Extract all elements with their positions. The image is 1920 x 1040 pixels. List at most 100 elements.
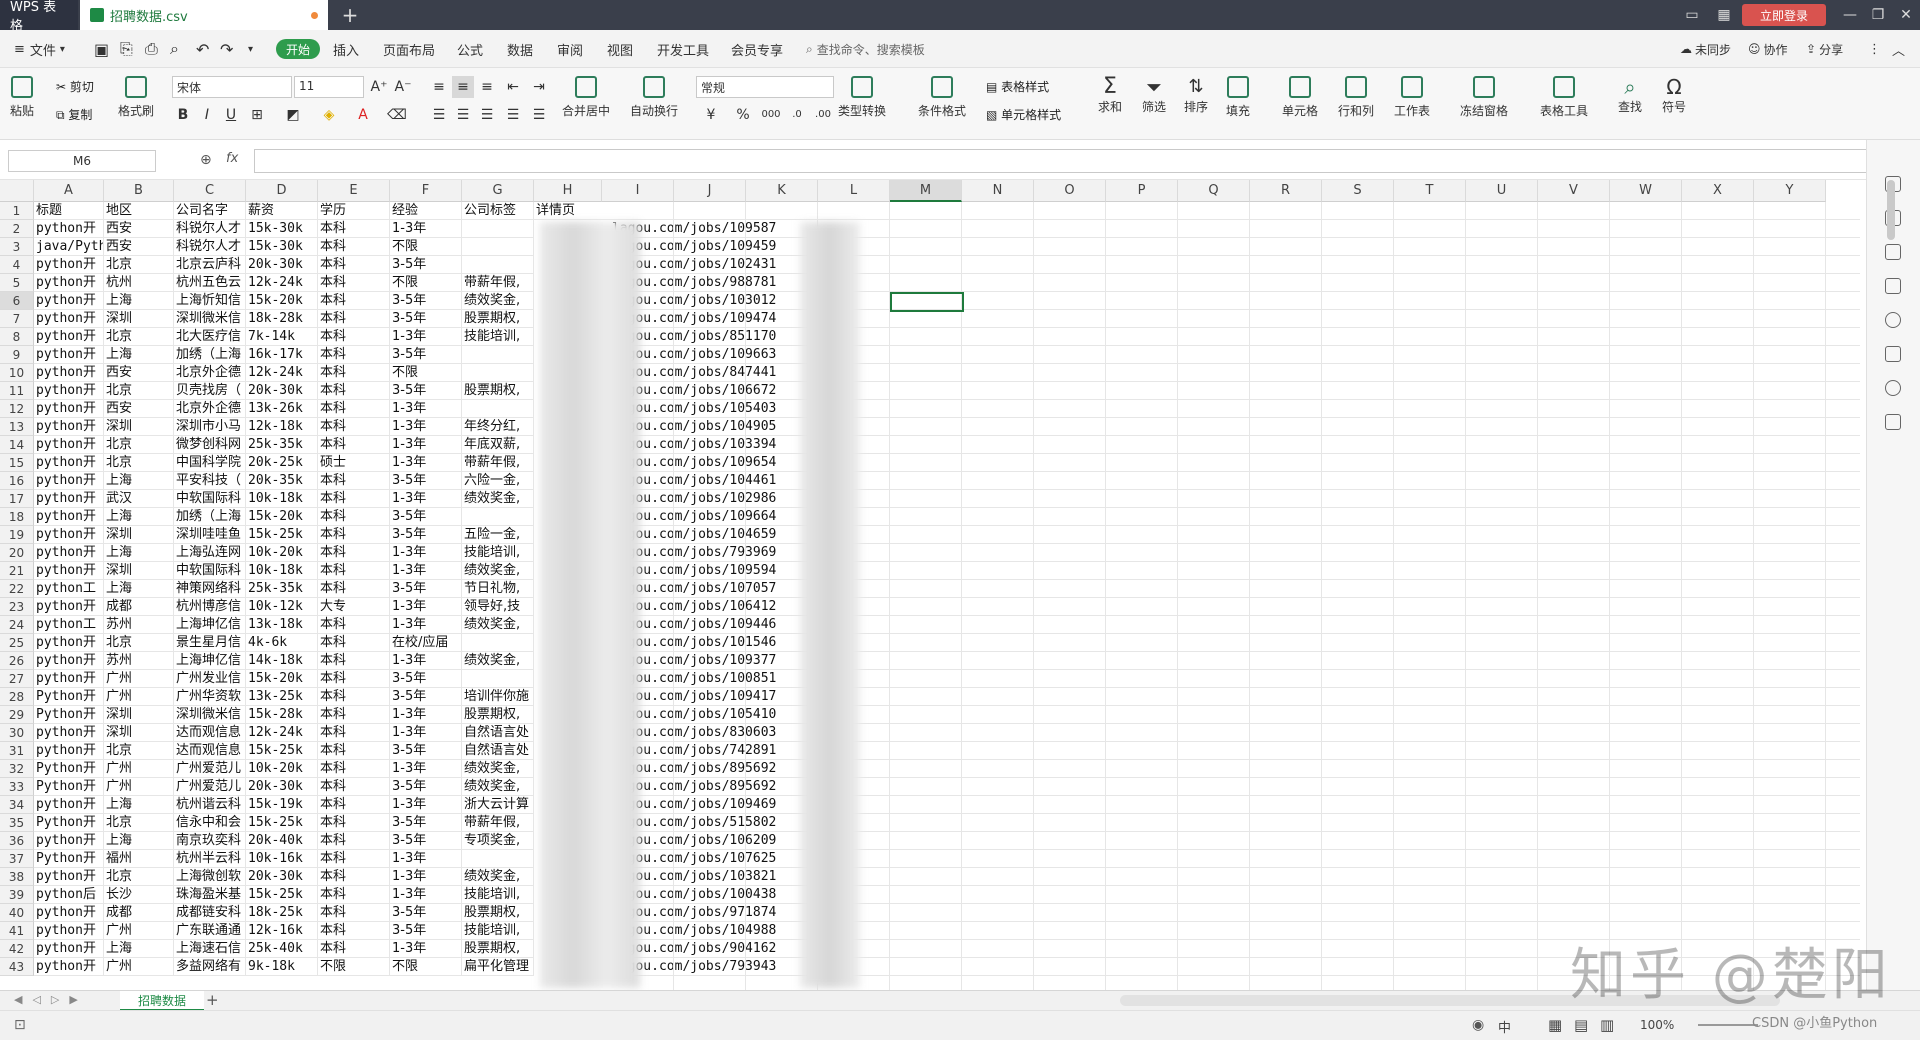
- table-cell[interactable]: 北京外企德: [174, 364, 246, 382]
- table-cell[interactable]: 深圳: [104, 310, 174, 328]
- file-menu[interactable]: ≡ 文件 ▾: [14, 30, 65, 68]
- table-cell[interactable]: 上海: [104, 832, 174, 850]
- filter-button[interactable]: ⏷ 筛选: [1142, 76, 1166, 115]
- tab-developer[interactable]: 开发工具: [657, 30, 709, 68]
- table-cell[interactable]: 贝壳找房（: [174, 382, 246, 400]
- table-cell[interactable]: 成都: [104, 904, 174, 922]
- table-cell[interactable]: 北京云庐科: [174, 256, 246, 274]
- font-family-select[interactable]: 宋体: [172, 76, 292, 98]
- table-cell[interactable]: 本科: [318, 742, 390, 760]
- table-cell[interactable]: 上海忻知信: [174, 292, 246, 310]
- table-cell[interactable]: python开: [34, 634, 104, 652]
- header-cell[interactable]: 薪资: [246, 202, 318, 220]
- table-cell[interactable]: Python开: [34, 850, 104, 868]
- table-cell[interactable]: 成都链安科: [174, 904, 246, 922]
- table-cell[interactable]: 本科: [318, 346, 390, 364]
- column-header-r[interactable]: R: [1250, 180, 1322, 202]
- table-cell[interactable]: 绩效奖金,: [462, 868, 534, 886]
- table-cell[interactable]: 绩效奖金,: [462, 292, 534, 310]
- table-cell[interactable]: 绩效奖金,: [462, 760, 534, 778]
- table-cell[interactable]: 股票期权,: [462, 940, 534, 958]
- fill-button[interactable]: 填充: [1226, 76, 1250, 119]
- table-cell[interactable]: 20k-30k: [246, 778, 318, 796]
- underline-icon[interactable]: U: [220, 104, 242, 126]
- table-cell[interactable]: 上海: [104, 508, 174, 526]
- column-header-a[interactable]: A: [34, 180, 104, 202]
- column-header-e[interactable]: E: [318, 180, 390, 202]
- table-cell[interactable]: 绩效奖金,: [462, 490, 534, 508]
- table-cell[interactable]: 杭州: [104, 274, 174, 292]
- row-header[interactable]: 32: [0, 760, 34, 778]
- column-header-f[interactable]: F: [390, 180, 462, 202]
- table-cell[interactable]: 带薪年假,: [462, 274, 534, 292]
- table-cell[interactable]: 上海: [104, 796, 174, 814]
- column-header-s[interactable]: S: [1322, 180, 1394, 202]
- table-cell[interactable]: 15k-20k: [246, 292, 318, 310]
- align-top-icon[interactable]: ≡: [428, 76, 450, 98]
- table-cell[interactable]: 3-5年: [390, 346, 462, 364]
- table-cell[interactable]: 本科: [318, 886, 390, 904]
- table-cell[interactable]: 杭州谐云科: [174, 796, 246, 814]
- table-cell[interactable]: 深圳: [104, 724, 174, 742]
- table-cell[interactable]: 20k-25k: [246, 454, 318, 472]
- row-header[interactable]: 15: [0, 454, 34, 472]
- table-cell[interactable]: 深圳: [104, 526, 174, 544]
- table-cell[interactable]: 本科: [318, 400, 390, 418]
- table-cell[interactable]: Python开: [34, 814, 104, 832]
- table-cell[interactable]: 1-3年: [390, 598, 462, 616]
- row-header[interactable]: 6: [0, 292, 34, 310]
- align-middle-icon[interactable]: ≡: [452, 76, 474, 98]
- merge-center-button[interactable]: 合并居中: [562, 76, 610, 119]
- table-cell[interactable]: 北京: [104, 742, 174, 760]
- table-cell[interactable]: [462, 364, 534, 382]
- column-header-k[interactable]: K: [746, 180, 818, 202]
- table-cell[interactable]: python开: [34, 958, 104, 976]
- table-cell[interactable]: 科锐尔人才: [174, 238, 246, 256]
- freeze-panes-button[interactable]: 冻结窗格: [1460, 76, 1508, 119]
- table-cell[interactable]: 本科: [318, 256, 390, 274]
- row-header[interactable]: 7: [0, 310, 34, 328]
- table-cell[interactable]: python开: [34, 562, 104, 580]
- column-header-n[interactable]: N: [962, 180, 1034, 202]
- table-cell[interactable]: 北京: [104, 256, 174, 274]
- table-cell[interactable]: python工: [34, 616, 104, 634]
- row-header[interactable]: 27: [0, 670, 34, 688]
- table-cell[interactable]: 广州: [104, 778, 174, 796]
- table-cell[interactable]: 广州: [104, 922, 174, 940]
- print-icon[interactable]: ⎙: [145, 30, 158, 68]
- table-cell[interactable]: 3-5年: [390, 832, 462, 850]
- font-size-select[interactable]: 11: [294, 76, 364, 98]
- table-cell[interactable]: 神策网络科: [174, 580, 246, 598]
- table-cell[interactable]: 1-3年: [390, 220, 462, 238]
- table-cell[interactable]: 本科: [318, 724, 390, 742]
- table-cell[interactable]: 10k-20k: [246, 760, 318, 778]
- table-cell[interactable]: 专项奖金,: [462, 832, 534, 850]
- header-cell[interactable]: 经验: [390, 202, 462, 220]
- table-cell[interactable]: 本科: [318, 904, 390, 922]
- vertical-scrollbar[interactable]: [1887, 180, 1895, 240]
- table-cell[interactable]: 达而观信息: [174, 742, 246, 760]
- table-cell[interactable]: 带薪年假,: [462, 454, 534, 472]
- table-cell[interactable]: 武汉: [104, 490, 174, 508]
- table-cell[interactable]: 绩效奖金,: [462, 562, 534, 580]
- column-header-q[interactable]: Q: [1178, 180, 1250, 202]
- table-cell[interactable]: 3-5年: [390, 688, 462, 706]
- row-header[interactable]: 43: [0, 958, 34, 976]
- table-cell[interactable]: 景生星月信: [174, 634, 246, 652]
- table-cell[interactable]: 上海: [104, 544, 174, 562]
- row-header[interactable]: 19: [0, 526, 34, 544]
- table-cell[interactable]: 本科: [318, 814, 390, 832]
- table-cell[interactable]: python开: [34, 742, 104, 760]
- table-cell[interactable]: 3-5年: [390, 778, 462, 796]
- justify-icon[interactable]: ☰: [502, 104, 524, 126]
- table-cell[interactable]: python开: [34, 328, 104, 346]
- table-cell[interactable]: 北京: [104, 382, 174, 400]
- row-header[interactable]: 5: [0, 274, 34, 292]
- wps-app-tab[interactable]: WPS 表格: [0, 0, 78, 34]
- row-header[interactable]: 29: [0, 706, 34, 724]
- table-cell[interactable]: 硕士: [318, 454, 390, 472]
- table-cell[interactable]: 珠海盈米基: [174, 886, 246, 904]
- row-header[interactable]: 3: [0, 238, 34, 256]
- table-cell[interactable]: 上海: [104, 580, 174, 598]
- share-button[interactable]: ⇪ 分享: [1806, 30, 1843, 68]
